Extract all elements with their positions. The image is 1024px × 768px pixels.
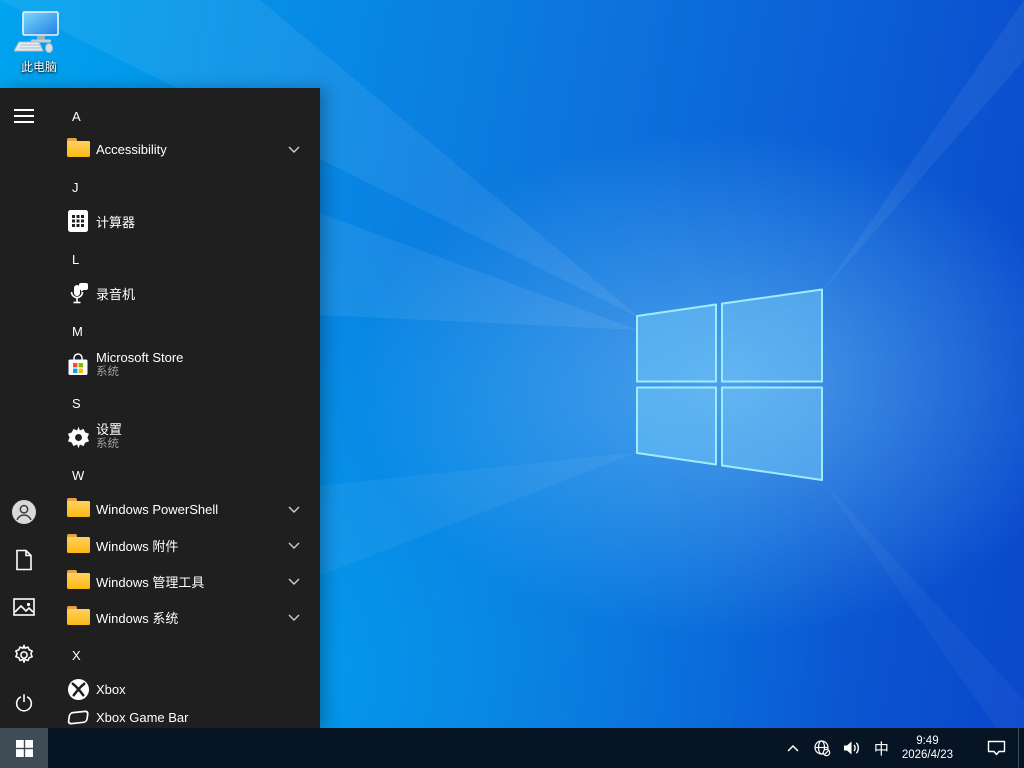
settings-gear-icon: [67, 426, 90, 449]
volume-speaker-icon[interactable]: [837, 728, 867, 768]
user-account-icon[interactable]: [12, 500, 36, 524]
chevron-down-icon[interactable]: [288, 542, 300, 549]
folder-icon: [67, 573, 90, 589]
start-menu: A Accessibility J 计算器: [0, 88, 320, 728]
start-item-windows-system[interactable]: Windows 系统: [48, 600, 320, 634]
clock-time: 9:49: [902, 734, 953, 748]
chevron-down-icon[interactable]: [288, 146, 300, 153]
chevron-down-icon[interactable]: [288, 578, 300, 585]
start-button[interactable]: [0, 728, 48, 768]
pictures-icon[interactable]: [12, 595, 36, 619]
taskbar-clock[interactable]: 9:49 2026/4/23: [896, 734, 959, 762]
windows-logo-icon: [16, 740, 33, 757]
microsoft-store-icon: [66, 353, 90, 377]
section-header-l[interactable]: L: [48, 247, 320, 271]
folder-icon: [67, 609, 90, 625]
start-menu-rail: [0, 88, 48, 728]
chevron-down-icon[interactable]: [288, 614, 300, 621]
start-item-xbox-game-bar[interactable]: Xbox Game Bar: [48, 700, 320, 728]
ime-indicator[interactable]: 中: [867, 728, 896, 768]
start-menu-app-list: A Accessibility J 计算器: [48, 88, 320, 728]
section-header-s[interactable]: S: [48, 391, 320, 415]
tray-expand-chevron-icon[interactable]: [779, 728, 807, 768]
desktop-icon-this-pc[interactable]: 此电脑: [8, 10, 70, 75]
section-header-a[interactable]: A: [48, 104, 320, 128]
section-header-j[interactable]: J: [48, 175, 320, 199]
hamburger-menu-icon[interactable]: [12, 104, 36, 128]
voice-recorder-icon: [67, 281, 89, 305]
xbox-icon: [67, 678, 90, 701]
action-center-icon[interactable]: [975, 728, 1018, 768]
start-item-windows-powershell[interactable]: Windows PowerShell: [48, 492, 320, 526]
start-item-voice-recorder[interactable]: 录音机: [48, 276, 320, 310]
folder-icon: [67, 501, 90, 517]
taskbar: 中 9:49 2026/4/23: [0, 728, 1024, 768]
start-item-accessibility[interactable]: Accessibility: [48, 132, 320, 166]
documents-icon[interactable]: [12, 548, 36, 572]
section-header-m[interactable]: M: [48, 319, 320, 343]
this-pc-icon: [14, 10, 64, 56]
desktop-icon-label: 此电脑: [21, 58, 57, 75]
settings-rail-icon[interactable]: [12, 643, 36, 667]
calculator-icon: [67, 209, 89, 233]
xbox-game-bar-icon: [66, 706, 90, 728]
folder-icon: [67, 537, 90, 553]
show-desktop-button[interactable]: [1019, 728, 1024, 768]
chevron-down-icon[interactable]: [288, 506, 300, 513]
network-globe-offline-icon[interactable]: [807, 728, 837, 768]
section-header-x[interactable]: X: [48, 643, 320, 667]
start-item-microsoft-store[interactable]: Microsoft Store 系统: [48, 345, 320, 385]
start-item-windows-admin-tools[interactable]: Windows 管理工具: [48, 564, 320, 598]
power-icon[interactable]: [12, 691, 36, 715]
start-item-settings[interactable]: 设置 系统: [48, 417, 320, 457]
system-tray: 中 9:49 2026/4/23: [779, 728, 1024, 768]
clock-date: 2026/4/23: [902, 748, 953, 762]
start-item-calculator[interactable]: 计算器: [48, 204, 320, 238]
section-header-w[interactable]: W: [48, 463, 320, 487]
folder-icon: [67, 141, 90, 157]
start-item-windows-accessories[interactable]: Windows 附件: [48, 528, 320, 562]
